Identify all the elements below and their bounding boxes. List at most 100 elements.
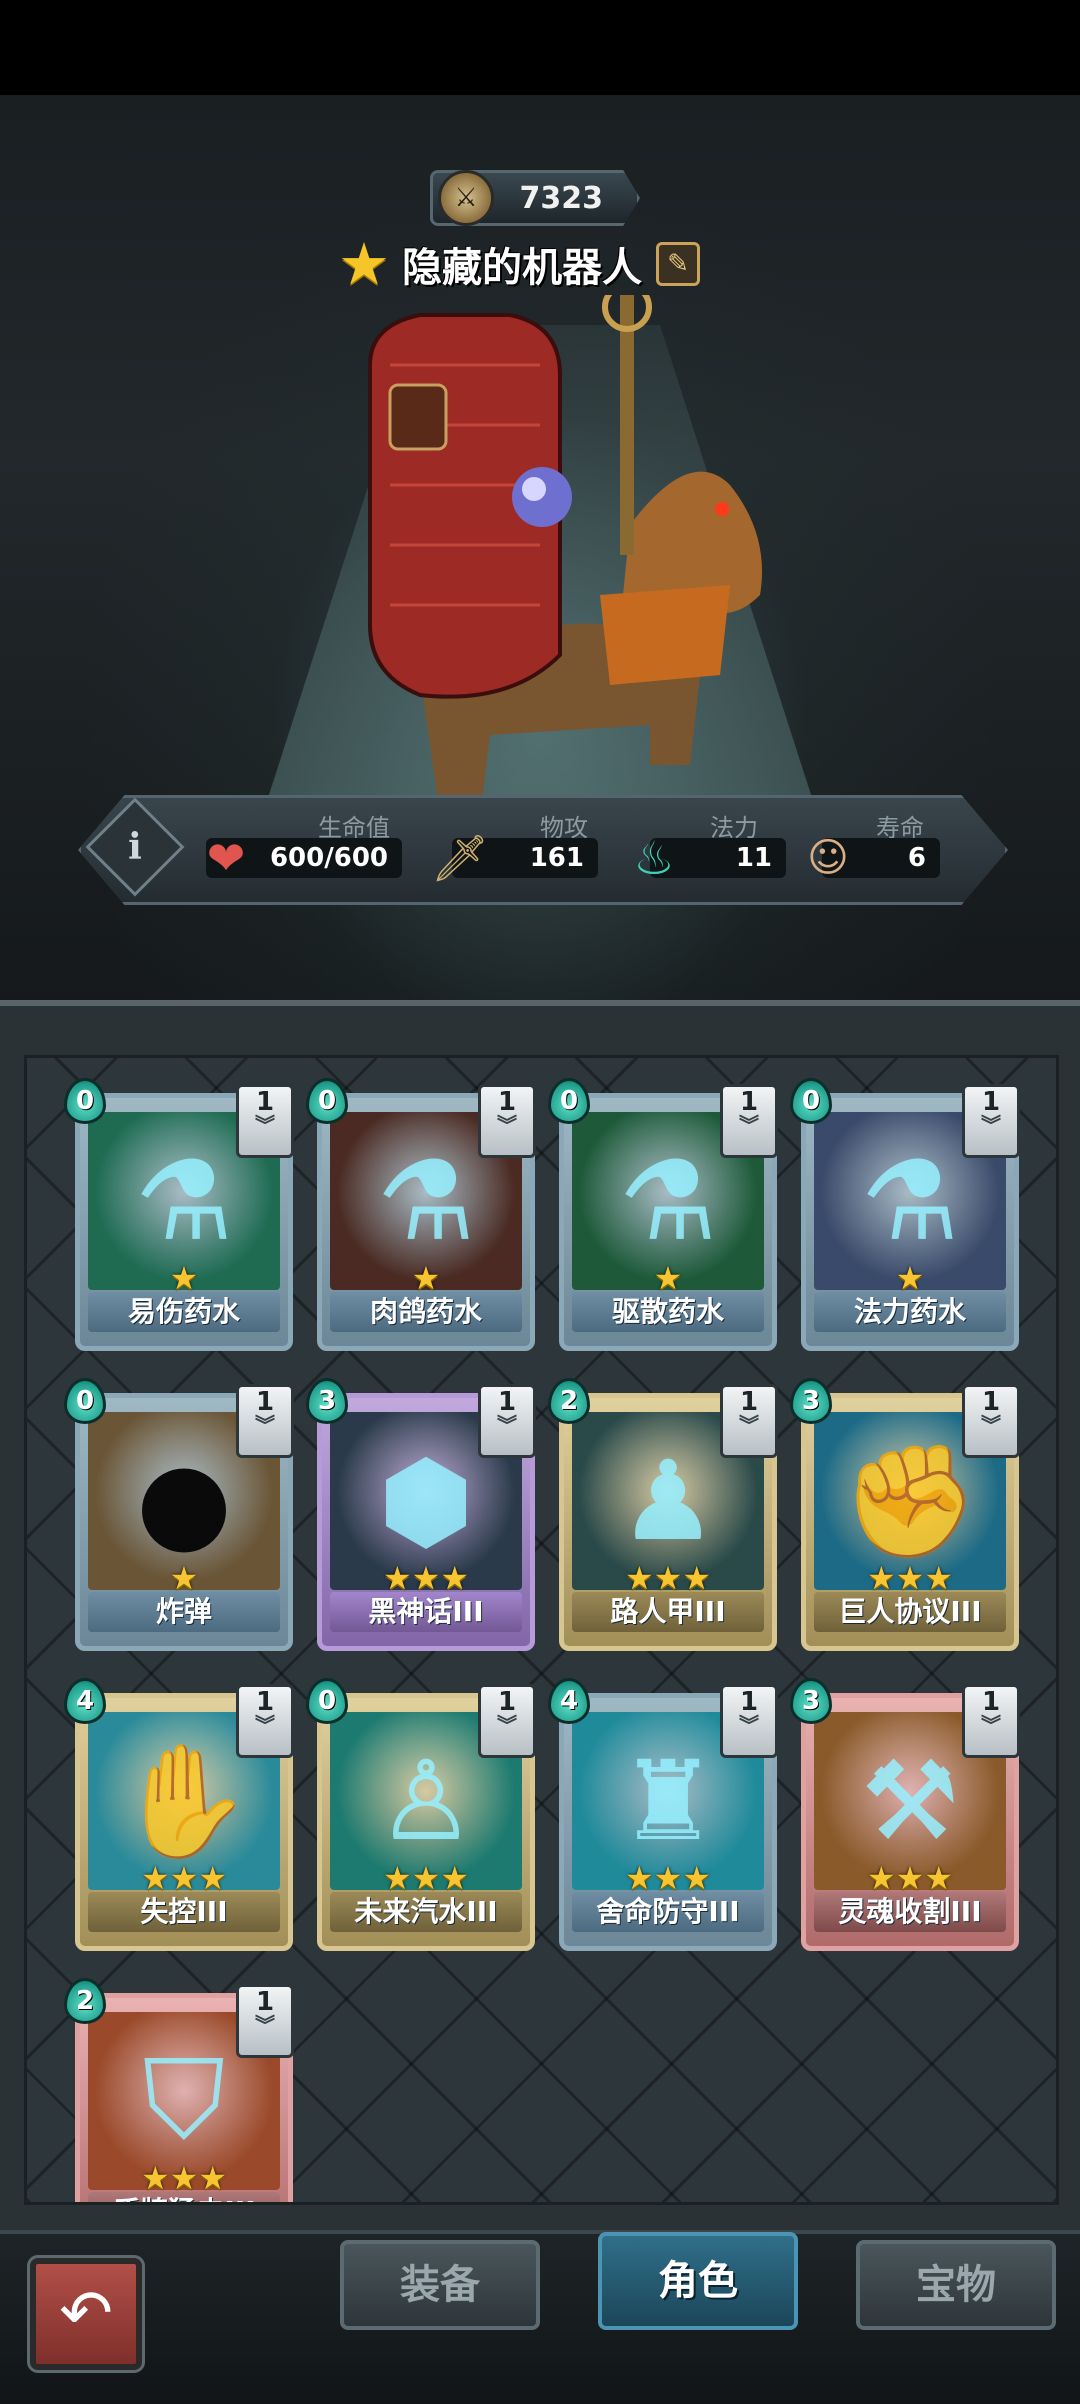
skill-card[interactable]: ✊ ★★★ 巨人协议III 3 1 ︾ xyxy=(790,1378,1020,1651)
card-stars: ★★★ xyxy=(382,1559,470,1597)
card-name: 舍命防守III xyxy=(572,1892,764,1932)
skill-card[interactable]: ♙ ★★★ 未来汽水III 0 1 ︾ xyxy=(306,1678,536,1951)
potion-icon: ⚗ xyxy=(860,1137,960,1265)
chevron-stack-icon: ︾ xyxy=(255,2013,275,2037)
fist-icon: ✊ xyxy=(841,1436,979,1565)
card-grid: ⚗ ★ 易伤药水 0 1 ︾ ⚗ ★ 肉鸽药水 0 1 ︾ ⚗ ★ 驱散药水 0 1 ︾ ⚗ ★ 法力药水 0 1 ︾ ● ★ 炸弹… xyxy=(24,1055,1059,2205)
chevron-stack-icon: ︾ xyxy=(739,1713,759,1737)
mana-cost-badge: 0 xyxy=(64,1078,106,1124)
skill-card[interactable]: ⚗ ★ 肉鸽药水 0 1 ︾ xyxy=(306,1078,536,1351)
hero-name-row: ★ 隐藏的机器人 ✎ xyxy=(338,229,700,299)
card-level-badge: 1 ︾ xyxy=(236,1984,294,2058)
edit-name-icon[interactable]: ✎ xyxy=(656,242,700,286)
card-stars: ★★★ xyxy=(382,1859,470,1897)
card-name: 黑神话III xyxy=(330,1592,522,1632)
skill-card[interactable]: ♟ ★★★ 路人甲III 2 1 ︾ xyxy=(548,1378,778,1651)
skill-card[interactable]: ⛉★★★盾牌猛击III 2 1︾ xyxy=(64,1978,294,2202)
card-name: 未来汽水III xyxy=(330,1892,522,1932)
card-stars: ★★★ xyxy=(866,1859,954,1897)
mana-cost-badge: 2 xyxy=(64,1978,106,2024)
scythe-icon: ⚒ xyxy=(860,1737,960,1865)
potion-icon: ⚗ xyxy=(376,1137,476,1265)
back-arrow-icon: ↶ xyxy=(59,2277,113,2351)
mana-cost-badge: 0 xyxy=(306,1678,348,1724)
back-button[interactable]: ↶ xyxy=(27,2255,145,2373)
tab-character[interactable]: 角色 xyxy=(598,2232,798,2330)
card-name: 盾牌猛击III xyxy=(88,2192,280,2202)
card-stars: ★ xyxy=(169,1259,199,1297)
card-level-badge: 1 ︾ xyxy=(720,1084,778,1158)
bottle-icon: ♙ xyxy=(376,1737,476,1865)
potion-icon: ⚗ xyxy=(618,1137,718,1265)
mana-cost-badge: 4 xyxy=(548,1678,590,1724)
shield-icon: ⛉ xyxy=(142,2036,226,2164)
card-name: 驱散药水 xyxy=(572,1292,764,1332)
chevron-stack-icon: ︾ xyxy=(981,1713,1001,1737)
info-icon: i xyxy=(128,826,142,868)
card-name: 路人甲III xyxy=(572,1592,764,1632)
chevron-stack-icon: ︾ xyxy=(981,1113,1001,1137)
chevron-stack-icon: ︾ xyxy=(497,1413,517,1437)
card-level-badge: 1 ︾ xyxy=(962,1384,1020,1458)
stone-icon: ⬢ xyxy=(377,1437,475,1565)
skill-card[interactable]: ⚗ ★ 法力药水 0 1 ︾ xyxy=(790,1078,1020,1351)
heart-icon: ❤ xyxy=(206,831,246,885)
mana-cost-badge: 4 xyxy=(64,1678,106,1724)
lifespan-face-icon: ☺ xyxy=(807,835,849,881)
card-level-badge: 1 ︾ xyxy=(478,1084,536,1158)
mana-cost-badge: 3 xyxy=(790,1678,832,1724)
star-icon: ★ xyxy=(338,230,390,298)
sword-emblem-icon: ⚔ xyxy=(438,170,494,226)
card-name: 灵魂收割III xyxy=(814,1892,1006,1932)
shield-figure-icon: ♜ xyxy=(618,1737,718,1865)
mana-cost-badge: 3 xyxy=(790,1378,832,1424)
skill-card[interactable]: ⚒ ★★★ 灵魂收割III 3 1 ︾ xyxy=(790,1678,1020,1951)
skill-card[interactable]: ♜ ★★★ 舍命防守III 4 1 ︾ xyxy=(548,1678,778,1951)
card-level-badge: 1 ︾ xyxy=(962,1684,1020,1758)
mana-cost-badge: 0 xyxy=(790,1078,832,1124)
card-stars: ★ xyxy=(411,1259,441,1297)
card-level-badge: 1 ︾ xyxy=(478,1384,536,1458)
claw-icon: ✋ xyxy=(115,1736,253,1865)
tab-treasure[interactable]: 宝物 xyxy=(856,2240,1056,2330)
card-stars: ★★★ xyxy=(624,1559,712,1597)
bomb-icon: ● xyxy=(136,1437,232,1565)
mana-cost-badge: 0 xyxy=(64,1378,106,1424)
card-level-badge: 1 ︾ xyxy=(236,1084,294,1158)
card-level-badge: 1 ︾ xyxy=(236,1384,294,1458)
card-stars: ★★★ xyxy=(140,2159,228,2197)
potion-icon: ⚗ xyxy=(134,1137,234,1265)
skill-card[interactable]: ⬢ ★★★ 黑神话III 3 1 ︾ xyxy=(306,1378,536,1651)
mana-cost-badge: 3 xyxy=(306,1378,348,1424)
skill-card[interactable]: ⚗ ★ 易伤药水 0 1 ︾ xyxy=(64,1078,294,1351)
card-name: 巨人协议III xyxy=(814,1592,1006,1632)
card-stars: ★ xyxy=(169,1559,199,1597)
skill-card[interactable]: ✋ ★★★ 失控III 4 1 ︾ xyxy=(64,1678,294,1951)
mana-cost-badge: 2 xyxy=(548,1378,590,1424)
card-level-badge: 1 ︾ xyxy=(962,1084,1020,1158)
card-level-badge: 1 ︾ xyxy=(720,1684,778,1758)
card-name: 肉鸽药水 xyxy=(330,1292,522,1332)
card-stars: ★★★ xyxy=(140,1859,228,1897)
mana-cost-badge: 0 xyxy=(306,1078,348,1124)
card-level-badge: 1 ︾ xyxy=(236,1684,294,1758)
card-stars: ★★★ xyxy=(866,1559,954,1597)
card-level-badge: 1 ︾ xyxy=(478,1684,536,1758)
chevron-stack-icon: ︾ xyxy=(255,1113,275,1137)
chevron-stack-icon: ︾ xyxy=(739,1113,759,1137)
hero-character-illustration xyxy=(360,295,762,855)
skill-card[interactable]: ● ★ 炸弹 0 1 ︾ xyxy=(64,1378,294,1651)
card-name: 炸弹 xyxy=(88,1592,280,1632)
chevron-stack-icon: ︾ xyxy=(255,1413,275,1437)
power-score: 7323 xyxy=(519,180,604,216)
chevron-stack-icon: ︾ xyxy=(497,1113,517,1137)
chevron-stack-icon: ︾ xyxy=(255,1713,275,1737)
skill-card[interactable]: ⚗ ★ 驱散药水 0 1 ︾ xyxy=(548,1078,778,1351)
mana-cost-badge: 0 xyxy=(548,1078,590,1124)
chevron-stack-icon: ︾ xyxy=(739,1413,759,1437)
card-name: 易伤药水 xyxy=(88,1292,280,1332)
status-bar xyxy=(0,0,1080,95)
tab-equipment[interactable]: 装备 xyxy=(340,2240,540,2330)
chevron-stack-icon: ︾ xyxy=(497,1713,517,1737)
card-stars: ★★★ xyxy=(624,1859,712,1897)
